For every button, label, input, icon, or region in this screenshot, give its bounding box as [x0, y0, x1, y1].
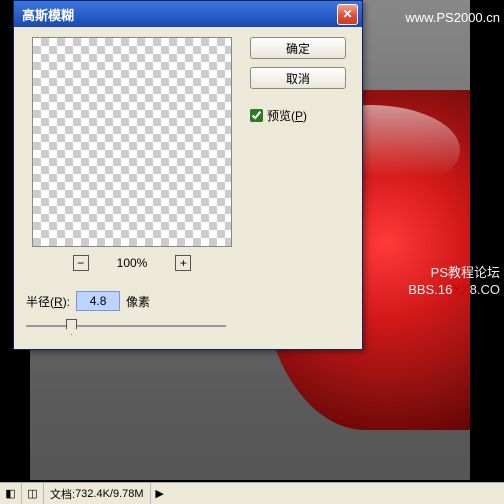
statusbar-doc-info: 文档:732.4K/9.78M [44, 483, 151, 504]
zoom-in-button[interactable]: + [175, 255, 191, 271]
gaussian-blur-dialog: 高斯模糊 ✕ − 100% + 半径(R): 像素 [13, 0, 363, 350]
dialog-title: 高斯模糊 [22, 5, 337, 24]
watermark-forum-line2: BBS.16XX8.CO [408, 282, 500, 299]
watermark-forum: PS教程论坛 BBS.16XX8.CO [408, 265, 500, 299]
preview-checkbox[interactable] [250, 109, 263, 122]
close-icon: ✕ [342, 7, 352, 21]
close-button[interactable]: ✕ [337, 4, 358, 25]
dialog-body: − 100% + 半径(R): 像素 确定 取消 [14, 27, 362, 349]
statusbar-icon-1[interactable]: ◧ [0, 483, 22, 504]
minus-icon: − [77, 257, 84, 269]
preview-checkbox-label: 预览(P) [267, 107, 307, 124]
preview-area[interactable] [32, 37, 232, 247]
status-bar: ◧ ◫ 文档:732.4K/9.78M ▶ [0, 482, 504, 504]
radius-label: 半径(R): [26, 293, 70, 310]
radius-slider[interactable] [26, 317, 226, 335]
arrow-right-icon: ▶ [155, 487, 163, 500]
dialog-right-column: 确定 取消 预览(P) [250, 37, 350, 335]
dialog-left-column: − 100% + 半径(R): 像素 [26, 37, 238, 335]
radius-row: 半径(R): 像素 [26, 291, 238, 311]
statusbar-arrow[interactable]: ▶ [151, 487, 169, 500]
plus-icon: + [180, 257, 187, 269]
preview-checkbox-row[interactable]: 预览(P) [250, 107, 307, 124]
slider-track-line [26, 325, 226, 327]
radius-unit-label: 像素 [126, 293, 150, 310]
slider-thumb[interactable] [66, 319, 77, 335]
cancel-button[interactable]: 取消 [250, 67, 346, 89]
zoom-percent-label: 100% [117, 256, 148, 270]
watermark-forum-line1: PS教程论坛 [408, 265, 500, 282]
zoom-controls: − 100% + [26, 255, 238, 271]
dialog-titlebar[interactable]: 高斯模糊 ✕ [14, 1, 362, 27]
ok-button[interactable]: 确定 [250, 37, 346, 59]
watermark-top: www.PS2000.cn [405, 10, 500, 25]
statusbar-icon-2[interactable]: ◫ [22, 483, 44, 504]
zoom-out-button[interactable]: − [73, 255, 89, 271]
radius-input[interactable] [76, 291, 120, 311]
